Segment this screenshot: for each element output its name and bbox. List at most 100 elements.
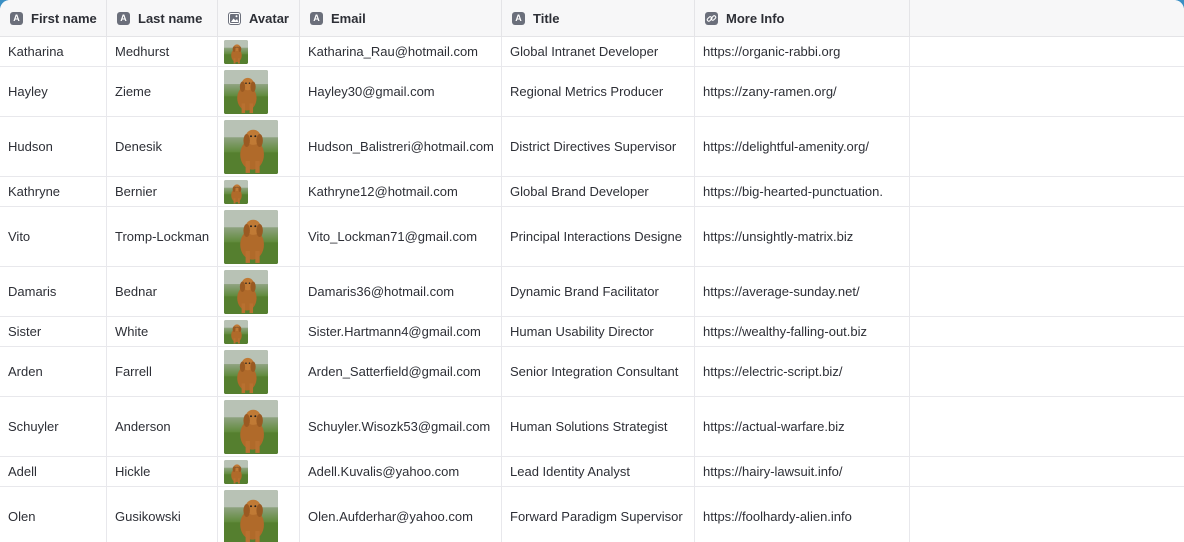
last-name-cell[interactable]: Farrell: [107, 347, 218, 396]
avatar-cell[interactable]: [218, 267, 300, 316]
avatar-image[interactable]: [224, 349, 268, 394]
table-row[interactable]: Vito Tromp-Lockman Vito_Lockman71@gmail.co…: [0, 207, 1184, 267]
first-name-cell[interactable]: Schuyler: [0, 397, 107, 456]
column-header-last-name[interactable]: A Last name: [107, 0, 218, 36]
title-cell[interactable]: Dynamic Brand Facilitator: [502, 267, 695, 316]
first-name-cell[interactable]: Hayley: [0, 67, 107, 116]
avatar-cell[interactable]: [218, 177, 300, 206]
title-cell[interactable]: Senior Integration Consultant: [502, 347, 695, 396]
title-cell[interactable]: Forward Paradigm Supervisor: [502, 487, 695, 542]
last-name-cell[interactable]: Zieme: [107, 67, 218, 116]
avatar-image[interactable]: [224, 459, 248, 484]
first-name-cell[interactable]: Olen: [0, 487, 107, 542]
email-cell[interactable]: Hudson_Balistreri@hotmail.com: [300, 117, 502, 176]
email-cell[interactable]: Kathryne12@hotmail.com: [300, 177, 502, 206]
last-name-cell[interactable]: Bernier: [107, 177, 218, 206]
avatar-cell[interactable]: [218, 37, 300, 66]
last-name-cell[interactable]: Tromp-Lockman: [107, 207, 218, 266]
column-header-title[interactable]: A Title: [502, 0, 695, 36]
last-name-cell[interactable]: Medhurst: [107, 37, 218, 66]
first-name-cell[interactable]: Katharina: [0, 37, 107, 66]
more-info-value: https://hairy-lawsuit.info/: [703, 464, 843, 479]
table-row[interactable]: Sister White Sister.Hartmann4@gmail.com Hum…: [0, 317, 1184, 347]
more-info-cell[interactable]: https://electric-script.biz/: [695, 347, 910, 396]
table-row[interactable]: Damaris Bednar Damaris36@hotmail.com Dynami…: [0, 267, 1184, 317]
column-header-email[interactable]: A Email: [300, 0, 502, 36]
first-name-cell[interactable]: Vito: [0, 207, 107, 266]
email-cell[interactable]: Olen.Aufderhar@yahoo.com: [300, 487, 502, 542]
email-cell[interactable]: Vito_Lockman71@gmail.com: [300, 207, 502, 266]
last-name-value: Tromp-Lockman: [115, 229, 210, 244]
more-info-cell[interactable]: https://organic-rabbi.org: [695, 37, 910, 66]
more-info-value: https://wealthy-falling-out.biz: [703, 324, 868, 339]
table-row[interactable]: Kathryne Bernier Kathryne12@hotmail.com Glo…: [0, 177, 1184, 207]
avatar-image[interactable]: [224, 269, 268, 314]
more-info-cell[interactable]: https://big-hearted-punctuation.: [695, 177, 910, 206]
email-cell[interactable]: Hayley30@gmail.com: [300, 67, 502, 116]
title-cell[interactable]: District Directives Supervisor: [502, 117, 695, 176]
email-cell[interactable]: Schuyler.Wisozk53@gmail.com: [300, 397, 502, 456]
first-name-cell[interactable]: Sister: [0, 317, 107, 346]
first-name-cell[interactable]: Adell: [0, 457, 107, 486]
avatar-image[interactable]: [224, 179, 248, 204]
email-cell[interactable]: Sister.Hartmann4@gmail.com: [300, 317, 502, 346]
avatar-image[interactable]: [224, 119, 278, 174]
more-info-cell[interactable]: https://wealthy-falling-out.biz: [695, 317, 910, 346]
last-name-cell[interactable]: White: [107, 317, 218, 346]
title-cell[interactable]: Human Usability Director: [502, 317, 695, 346]
avatar-image[interactable]: [224, 399, 278, 454]
first-name-cell[interactable]: Damaris: [0, 267, 107, 316]
last-name-cell[interactable]: Anderson: [107, 397, 218, 456]
avatar-cell[interactable]: [218, 457, 300, 486]
avatar-cell[interactable]: [218, 397, 300, 456]
title-cell[interactable]: Global Intranet Developer: [502, 37, 695, 66]
more-info-cell[interactable]: https://delightful-amenity.org/: [695, 117, 910, 176]
email-cell[interactable]: Adell.Kuvalis@yahoo.com: [300, 457, 502, 486]
more-info-cell[interactable]: https://average-sunday.net/: [695, 267, 910, 316]
more-info-cell[interactable]: https://zany-ramen.org/: [695, 67, 910, 116]
title-cell[interactable]: Global Brand Developer: [502, 177, 695, 206]
first-name-cell[interactable]: Kathryne: [0, 177, 107, 206]
table-row[interactable]: Hayley Zieme Hayley30@gmail.com Regional Me…: [0, 67, 1184, 117]
avatar-cell[interactable]: [218, 317, 300, 346]
avatar-cell[interactable]: [218, 347, 300, 396]
avatar-image[interactable]: [224, 319, 248, 344]
table-row[interactable]: Olen Gusikowski Olen.Aufderhar@yahoo.com Fo…: [0, 487, 1184, 542]
first-name-cell[interactable]: Hudson: [0, 117, 107, 176]
avatar-image[interactable]: [224, 209, 278, 264]
more-info-cell[interactable]: https://unsightly-matrix.biz: [695, 207, 910, 266]
table-row[interactable]: Schuyler Anderson Schuyler.Wisozk53@gmail.…: [0, 397, 1184, 457]
last-name-cell[interactable]: Gusikowski: [107, 487, 218, 542]
email-value: Kathryne12@hotmail.com: [308, 184, 458, 199]
last-name-cell[interactable]: Denesik: [107, 117, 218, 176]
title-cell[interactable]: Regional Metrics Producer: [502, 67, 695, 116]
title-cell[interactable]: Lead Identity Analyst: [502, 457, 695, 486]
table-row[interactable]: Hudson Denesik Hudson_Balistreri@hotmail.c…: [0, 117, 1184, 177]
row-filler: [910, 457, 1184, 486]
avatar-cell[interactable]: [218, 487, 300, 542]
avatar-image[interactable]: [224, 39, 248, 64]
email-cell[interactable]: Damaris36@hotmail.com: [300, 267, 502, 316]
first-name-cell[interactable]: Arden: [0, 347, 107, 396]
more-info-cell[interactable]: https://hairy-lawsuit.info/: [695, 457, 910, 486]
table-row[interactable]: Katharina Medhurst Katharina_Rau@hotmail.c…: [0, 37, 1184, 67]
first-name-value: Vito: [8, 229, 31, 244]
email-cell[interactable]: Katharina_Rau@hotmail.com: [300, 37, 502, 66]
more-info-cell[interactable]: https://actual-warfare.biz: [695, 397, 910, 456]
table-row[interactable]: Adell Hickle Adell.Kuvalis@yahoo.com Lead I…: [0, 457, 1184, 487]
avatar-cell[interactable]: [218, 67, 300, 116]
title-cell[interactable]: Principal Interactions Designe: [502, 207, 695, 266]
avatar-image[interactable]: [224, 69, 268, 114]
column-header-avatar[interactable]: Avatar: [218, 0, 300, 36]
more-info-cell[interactable]: https://foolhardy-alien.info: [695, 487, 910, 542]
table-row[interactable]: Arden Farrell Arden_Satterfield@gmail.com S…: [0, 347, 1184, 397]
last-name-cell[interactable]: Bednar: [107, 267, 218, 316]
column-header-first-name[interactable]: A First name: [0, 0, 107, 36]
avatar-cell[interactable]: [218, 207, 300, 266]
title-cell[interactable]: Human Solutions Strategist: [502, 397, 695, 456]
avatar-cell[interactable]: [218, 117, 300, 176]
column-header-more-info[interactable]: More Info: [695, 0, 910, 36]
email-cell[interactable]: Arden_Satterfield@gmail.com: [300, 347, 502, 396]
avatar-image[interactable]: [224, 489, 278, 542]
last-name-cell[interactable]: Hickle: [107, 457, 218, 486]
